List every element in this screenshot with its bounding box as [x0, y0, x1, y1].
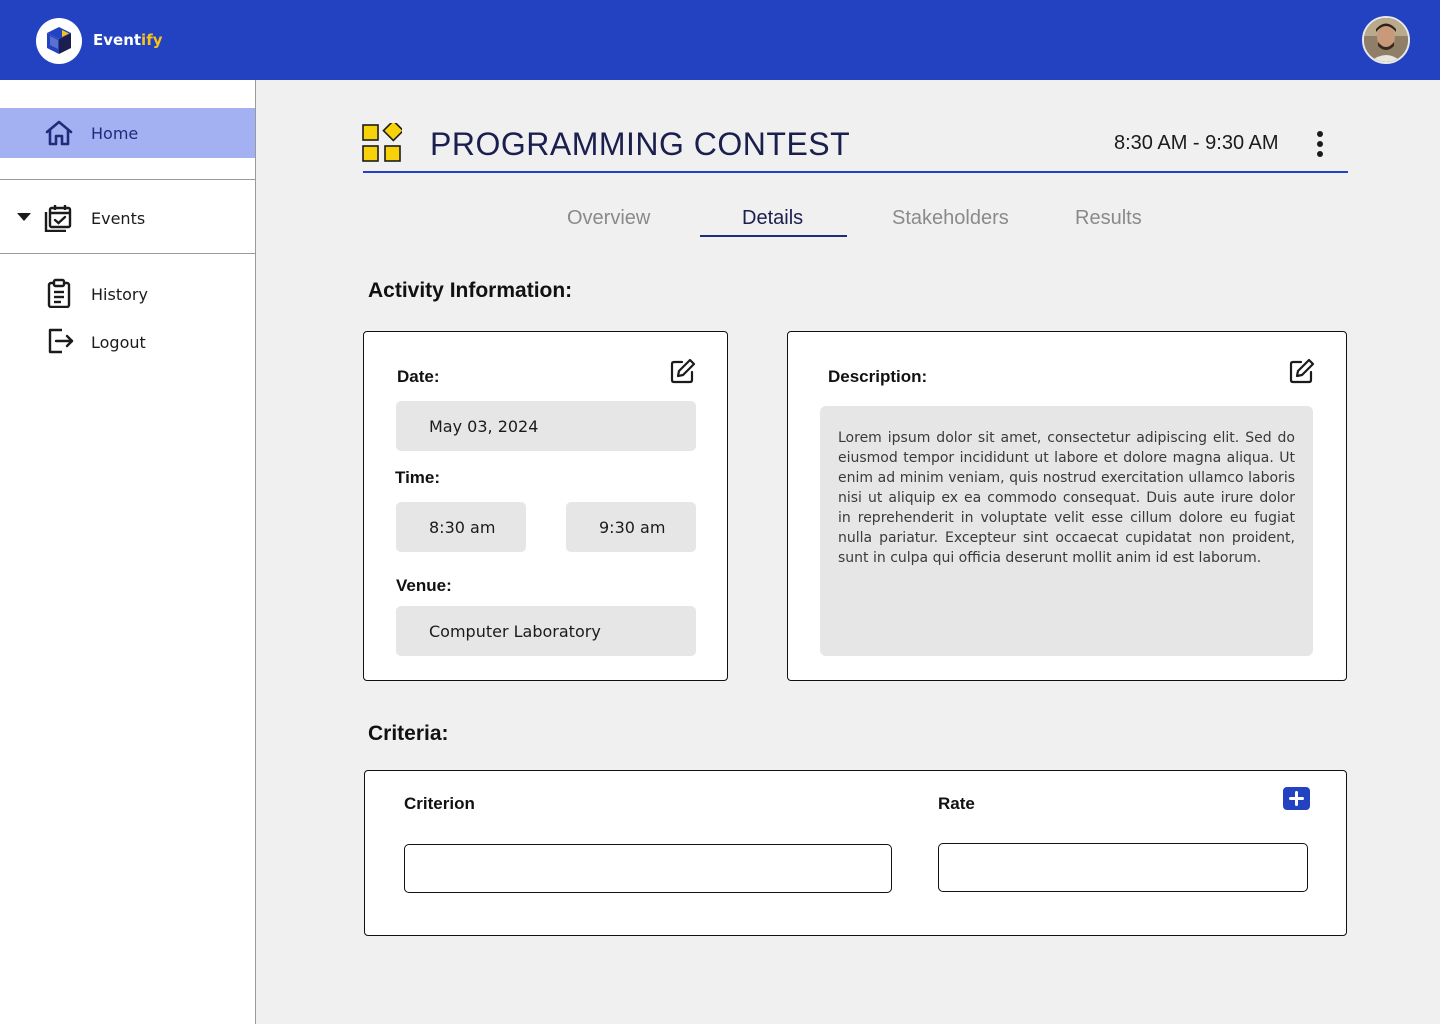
sidebar: Home Events History Logout: [0, 80, 256, 1024]
start-time-field[interactable]: 8:30 am: [396, 502, 526, 552]
description-text[interactable]: Lorem ipsum dolor sit amet, consectetur …: [820, 406, 1313, 656]
top-bar: Eventify: [0, 0, 1440, 80]
cube-logo-icon: [47, 27, 71, 54]
sidebar-item-events[interactable]: Events: [0, 198, 255, 238]
active-tab-indicator: [700, 235, 847, 237]
brand-suffix: ify: [141, 31, 163, 49]
sidebar-item-home[interactable]: Home: [0, 108, 255, 158]
rate-column-label: Rate: [938, 794, 975, 813]
rate-input[interactable]: [938, 843, 1308, 892]
activity-details-card: Date: May 03, 2024 Time: 8:30 am 9:30 am…: [363, 331, 728, 681]
sidebar-item-history[interactable]: History: [0, 274, 255, 314]
plus-icon: [1289, 791, 1304, 806]
tab-stakeholders[interactable]: Stakeholders: [892, 207, 1009, 230]
header-divider: [363, 171, 1348, 173]
tab-results[interactable]: Results: [1075, 207, 1142, 230]
sidebar-item-label: Logout: [91, 333, 146, 352]
brand-name: Eventify: [93, 31, 163, 49]
clipboard-icon: [47, 278, 71, 308]
criteria-card: Criterion Rate: [364, 770, 1347, 936]
description-label: Description:: [828, 367, 928, 386]
chevron-down-icon[interactable]: [17, 213, 31, 221]
sidebar-item-logout[interactable]: Logout: [0, 322, 255, 362]
page-title: PROGRAMMING CONTEST: [430, 126, 851, 162]
venue-field[interactable]: Computer Laboratory: [396, 606, 696, 656]
sidebar-divider: [0, 179, 255, 180]
description-card: Description: Lorem ipsum dolor sit amet,…: [787, 331, 1347, 681]
venue-label: Venue:: [396, 576, 452, 595]
date-label: Date:: [397, 367, 440, 386]
tab-overview[interactable]: Overview: [567, 207, 650, 230]
user-avatar[interactable]: [1362, 16, 1410, 64]
time-label: Time:: [395, 468, 441, 487]
date-field[interactable]: May 03, 2024: [396, 401, 696, 451]
brand-prefix: Event: [93, 31, 142, 49]
criterion-column-label: Criterion: [404, 794, 475, 813]
criteria-heading: Criteria:: [368, 722, 449, 745]
avatar-portrait-icon: [1364, 18, 1408, 62]
end-time-field[interactable]: 9:30 am: [566, 502, 696, 552]
sidebar-item-label: History: [91, 285, 148, 304]
edit-icon[interactable]: [1288, 357, 1316, 385]
sidebar-item-label: Events: [91, 209, 146, 228]
activity-heading: Activity Information:: [368, 279, 573, 302]
eventify-logo[interactable]: [36, 18, 82, 64]
more-options-icon[interactable]: [1312, 130, 1328, 158]
home-icon: [45, 120, 73, 146]
sidebar-divider: [0, 253, 255, 254]
category-grid-icon: [362, 123, 402, 162]
edit-icon[interactable]: [669, 357, 697, 385]
criterion-input[interactable]: [404, 844, 892, 893]
add-criterion-button[interactable]: [1283, 787, 1310, 810]
event-time-range: 8:30 AM - 9:30 AM: [1114, 132, 1279, 154]
logout-icon: [48, 328, 74, 354]
calendar-check-icon: [44, 205, 72, 232]
sidebar-item-label: Home: [91, 124, 139, 143]
tab-details[interactable]: Details: [742, 207, 803, 230]
